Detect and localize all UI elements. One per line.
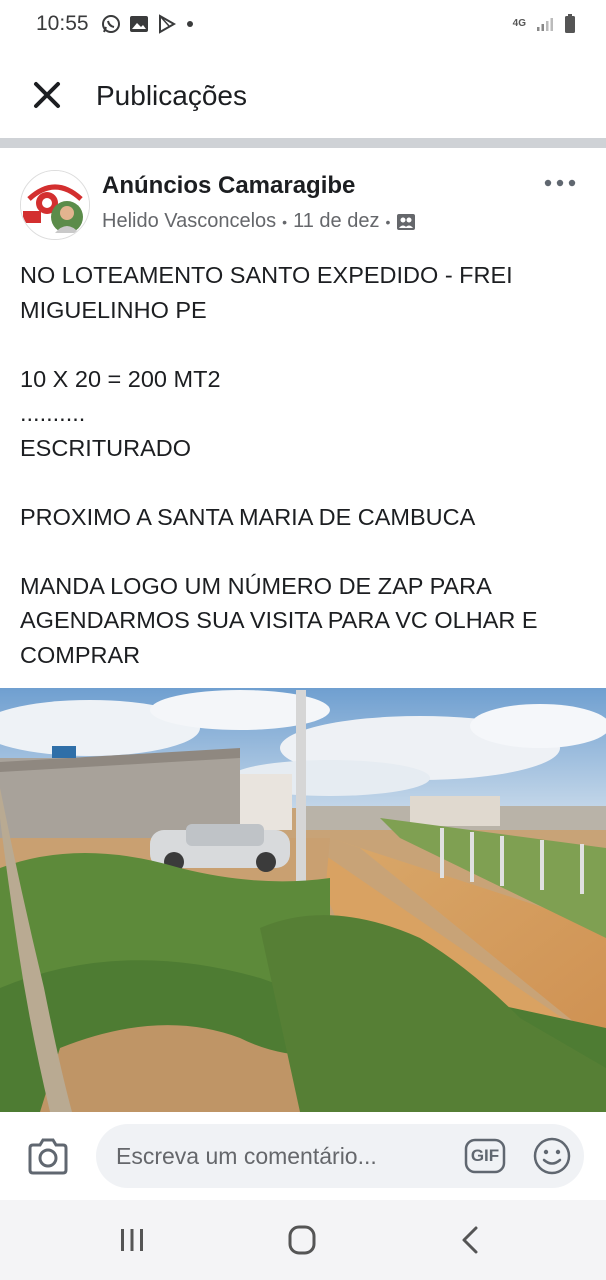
back-icon[interactable] [452,1222,492,1258]
notification-dot-icon [187,21,193,27]
author-name[interactable]: Helido Vasconcelos [102,210,276,233]
group-name[interactable]: Anúncios Camaragibe [102,172,355,200]
status-time: 10:55 [36,12,89,35]
group-avatar[interactable] [20,170,90,240]
gif-button[interactable]: GIF [464,1138,506,1174]
publications-header: Publicações [0,52,606,138]
section-divider [0,138,606,148]
home-icon[interactable] [282,1222,322,1258]
page-title: Publicações [96,80,247,111]
gif-label: GIF [470,1146,500,1165]
post-meta: Helido Vasconcelos • 11 de dez • [102,210,416,233]
close-icon[interactable] [30,78,64,112]
more-options-icon[interactable] [540,176,580,190]
camera-icon[interactable] [26,1136,70,1176]
status-bar: 10:55 4G [0,0,606,52]
signal-icon [537,18,553,31]
group-logo-icon [21,171,89,239]
gallery-icon [130,16,148,32]
recent-apps-icon[interactable] [112,1222,152,1258]
whatsapp-icon [102,15,120,33]
emoji-icon[interactable] [532,1136,572,1176]
play-store-icon [159,14,177,34]
network-type-label: 4G [512,18,526,29]
post-header: Anúncios Camaragibe Helido Vasconcelos •… [0,148,606,248]
post-photo[interactable] [0,688,606,1112]
comment-bar: Escreva um comentário... GIF [0,1112,606,1200]
notification-icons [101,14,195,34]
group-privacy-icon [397,213,416,230]
landscape-photo [0,688,606,1112]
android-nav-bar [0,1200,606,1280]
meta-separator: • [282,213,288,230]
meta-separator: • [385,213,391,230]
comment-input[interactable]: Escreva um comentário... GIF [96,1124,584,1188]
post-text: NO LOTEAMENTO SANTO EXPEDIDO - FREI MIGU… [20,262,538,668]
system-icons: 4G [513,14,576,34]
post-date[interactable]: 11 de dez [293,210,379,233]
battery-icon [565,14,575,33]
comment-placeholder: Escreva um comentário... [116,1143,377,1169]
